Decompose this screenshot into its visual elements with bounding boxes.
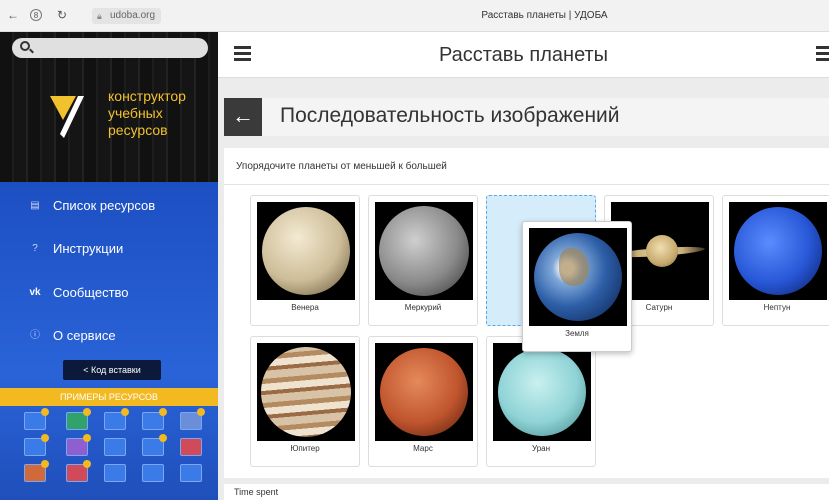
- help-icon: ?: [32, 243, 38, 254]
- embed-code-button[interactable]: < Код вставки: [63, 360, 161, 380]
- example-tile[interactable]: [104, 464, 126, 482]
- planet-card-neptune[interactable]: Нептун: [722, 195, 829, 326]
- earth-image: [529, 228, 627, 326]
- list-icon: ▤: [30, 200, 40, 211]
- planet-card-earth-dragging[interactable]: Земля: [522, 221, 632, 352]
- example-tile[interactable]: [142, 408, 167, 430]
- card-label: Земля: [565, 329, 589, 338]
- vk-icon: vk: [29, 287, 41, 298]
- examples-grid: [0, 408, 218, 500]
- planet-card-uranus[interactable]: Уран: [486, 336, 596, 467]
- neptune-image: [729, 202, 827, 300]
- logo-line-2: учебных: [108, 105, 163, 121]
- planet-card-mercury[interactable]: Меркурий: [368, 195, 478, 326]
- page-title: Расставь планеты: [438, 44, 609, 66]
- logo-line-1: конструктор: [108, 88, 186, 104]
- exercise-title: Последовательность изображений: [280, 104, 620, 127]
- example-tile[interactable]: [180, 438, 202, 456]
- example-tile[interactable]: [142, 464, 164, 482]
- sidebar-item-about[interactable]: ⓘ О сервисе: [0, 320, 218, 352]
- tab-title: Расставь планеты | УДОБА: [481, 10, 608, 21]
- browser-toolbar: ← 8 ↻ 🔒︎ udoba.org Расставь планеты | УД…: [0, 0, 829, 32]
- search-input[interactable]: [12, 38, 208, 58]
- example-tile[interactable]: [104, 438, 126, 456]
- card-label: Меркурий: [404, 303, 442, 312]
- example-tile[interactable]: [66, 434, 91, 456]
- sidebar-header: конструктор учебных ресурсов: [0, 32, 218, 182]
- divider: [224, 184, 829, 185]
- back-button[interactable]: ←: [224, 98, 262, 136]
- mercury-image: [375, 202, 473, 300]
- logo-line-3: ресурсов: [108, 122, 168, 138]
- jupiter-image: [257, 343, 355, 441]
- main-area: Расставь планеты ← Последовательность из…: [218, 32, 829, 500]
- exercise-header: ← Последовательность изображений: [224, 98, 829, 136]
- example-tile[interactable]: [24, 460, 49, 482]
- card-label: Венера: [291, 303, 319, 312]
- menu-icon-right[interactable]: [816, 46, 829, 62]
- card-label: Юпитер: [290, 444, 320, 453]
- sidebar-item-instructions[interactable]: ? Инструкции: [0, 233, 218, 265]
- sidebar-item-label: Сообщество: [53, 285, 129, 300]
- mars-image: [375, 343, 473, 441]
- time-spent: Time spent: [224, 484, 829, 500]
- example-tile[interactable]: [24, 434, 49, 456]
- info-icon: ⓘ: [30, 330, 40, 341]
- example-tile[interactable]: [24, 408, 49, 430]
- back-arrow-icon: ←: [232, 103, 254, 128]
- example-tile[interactable]: [66, 460, 91, 482]
- venus-image: [257, 202, 355, 300]
- exercise-content: Упорядочите планеты от меньшей к большей…: [224, 148, 829, 478]
- planet-card-jupiter[interactable]: Юпитер: [250, 336, 360, 467]
- logo-text: конструктор учебных ресурсов: [108, 88, 186, 139]
- share-icon: <: [83, 365, 89, 375]
- planet-card-mars[interactable]: Марс: [368, 336, 478, 467]
- embed-code-label: Код вставки: [91, 365, 141, 375]
- card-label: Нептун: [763, 303, 791, 312]
- top-bar: Расставь планеты: [218, 32, 829, 78]
- example-tile[interactable]: [180, 464, 202, 482]
- planet-card-venus[interactable]: Венера: [250, 195, 360, 326]
- sidebar-item-label: Список ресурсов: [53, 198, 156, 213]
- instruction-text: Упорядочите планеты от меньшей к большей: [236, 161, 447, 172]
- sidebar-menu: ▤ Список ресурсов ? Инструкции vk Сообще…: [0, 182, 218, 500]
- example-tile[interactable]: [66, 408, 91, 430]
- card-label: Марс: [413, 444, 433, 453]
- example-tile[interactable]: [104, 408, 129, 430]
- examples-header: ПРИМЕРЫ РЕСУРСОВ: [0, 388, 218, 406]
- uranus-image: [493, 343, 591, 441]
- sidebar-item-resources[interactable]: ▤ Список ресурсов: [0, 190, 218, 222]
- sidebar: конструктор учебных ресурсов ▤ Список ре…: [0, 32, 218, 500]
- card-label: Уран: [531, 444, 551, 453]
- search-icon: [20, 41, 30, 51]
- logo-icon: [50, 96, 84, 138]
- sidebar-item-label: Инструкции: [53, 241, 124, 256]
- sidebar-item-label: О сервисе: [53, 328, 116, 343]
- example-tile[interactable]: [142, 434, 167, 456]
- sidebar-item-community[interactable]: vk Сообщество: [0, 277, 218, 309]
- example-tile[interactable]: [180, 408, 205, 430]
